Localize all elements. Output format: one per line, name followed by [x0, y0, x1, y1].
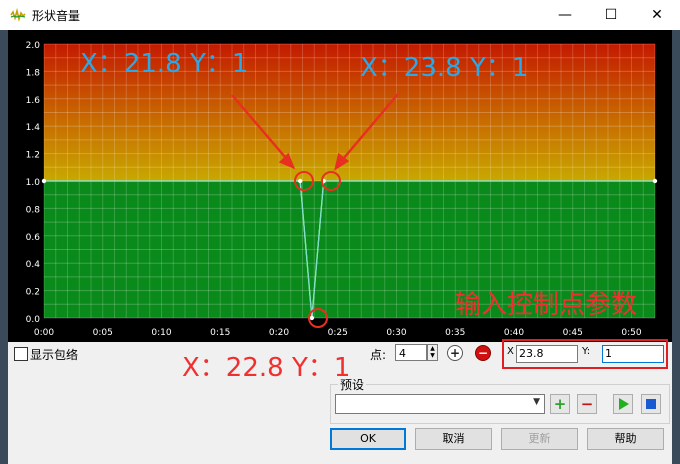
stop-icon: [646, 399, 656, 409]
help-button[interactable]: 帮助: [587, 428, 664, 450]
cancel-button[interactable]: 取消: [415, 428, 492, 450]
minus-icon[interactable]: −: [577, 394, 597, 414]
preset-dropdown[interactable]: ▼: [335, 394, 545, 414]
show-envelope-checkbox[interactable]: [14, 347, 28, 361]
plus-icon[interactable]: +: [550, 394, 570, 414]
highlight-circle-left: [294, 171, 314, 191]
y-input[interactable]: 1: [602, 345, 664, 363]
x-input[interactable]: 23.8: [516, 345, 578, 363]
play-icon: [619, 398, 629, 410]
highlight-circle-right: [321, 171, 341, 191]
points-spinner[interactable]: ▲ ▼: [427, 344, 438, 361]
plus-circle-icon[interactable]: +: [447, 345, 463, 361]
play-button[interactable]: [613, 394, 633, 414]
points-input[interactable]: 4: [395, 344, 427, 361]
preset-label: 预设: [338, 376, 367, 393]
highlight-circle-bottom: [308, 308, 328, 328]
ok-button[interactable]: OK: [330, 428, 406, 450]
chevron-down-icon[interactable]: ▼: [533, 397, 540, 407]
minus-circle-icon[interactable]: −: [475, 345, 491, 361]
update-button[interactable]: 更新: [501, 428, 578, 450]
stop-button[interactable]: [641, 394, 661, 414]
y-label: Y:: [582, 346, 591, 357]
x-label: X: [507, 346, 514, 357]
points-label: 点:: [370, 348, 387, 362]
show-envelope-label: 显示包络: [30, 348, 79, 362]
